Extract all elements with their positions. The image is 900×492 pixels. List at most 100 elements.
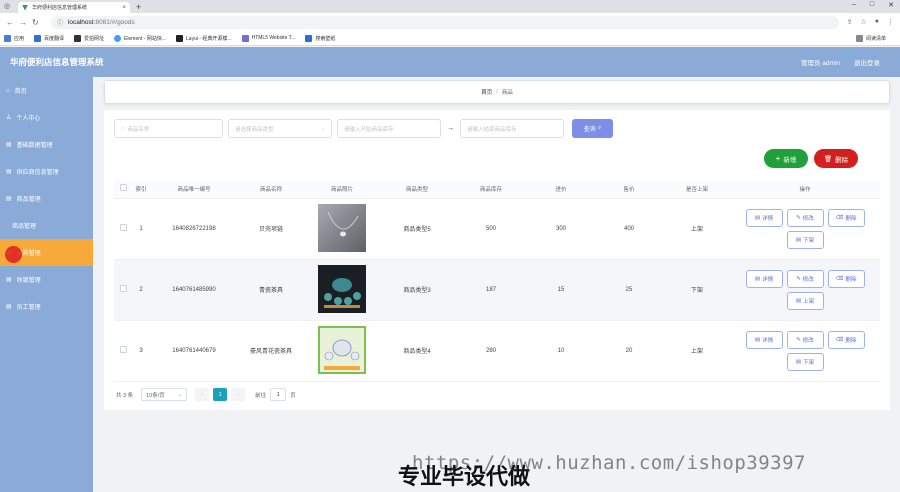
necklace-photo[interactable]: [318, 203, 366, 252]
toggle-shelf-button[interactable]: ▤ 下架: [786, 352, 824, 371]
maximize-icon[interactable]: □: [870, 1, 874, 9]
toggle-shelf-button[interactable]: ▤ 下架: [786, 230, 824, 249]
sidebar-item-label: 商品管理: [12, 224, 37, 230]
detail-button[interactable]: ▤ 详情: [745, 330, 783, 349]
logout-link[interactable]: 退出登录: [854, 57, 880, 67]
url-input[interactable]: ⓘ localhost:8081/#/goods: [50, 15, 839, 29]
bookmark-element[interactable]: Element - 网站快...: [114, 34, 166, 42]
teaset-photo[interactable]: [318, 264, 366, 313]
goods-name-input[interactable]: ○ 商品名称: [114, 119, 223, 138]
col-type: 商品类型: [380, 180, 454, 199]
col-cost: 进价: [528, 180, 594, 199]
porcelain-photo[interactable]: [318, 325, 366, 374]
tab-title: 华府便利店信息管理系统: [32, 5, 88, 11]
share-icon[interactable]: ⇪: [847, 18, 853, 26]
admin-label: 管理员 admin: [800, 60, 840, 67]
html5-icon: [241, 34, 249, 42]
edit-button[interactable]: ✎ 修改: [786, 330, 824, 349]
cell-cost: 300: [528, 198, 594, 260]
cell-index: 2: [132, 259, 150, 321]
row-checkbox[interactable]: [114, 198, 132, 260]
cell-price: 400: [594, 198, 664, 260]
detail-button[interactable]: ▤ 详情: [745, 269, 783, 288]
row-checkbox[interactable]: [114, 320, 132, 382]
stock-max-input[interactable]: 请输入结束商品库存: [460, 119, 564, 138]
delete-label: 删除: [845, 276, 857, 283]
page-size-select[interactable]: 10条/页 ⌄: [141, 388, 188, 401]
pager-total: 共 3 条: [116, 392, 134, 399]
browser-tab[interactable]: 华府便利店信息管理系统 ×: [18, 2, 130, 13]
bookmark-layui[interactable]: Layui - 经典开源模...: [176, 34, 232, 42]
sidebar-item-goods[interactable]: ▤ 商品管理: [0, 185, 93, 212]
col-actions: 操作: [730, 180, 880, 199]
tab-close-icon[interactable]: ×: [122, 5, 126, 11]
goto-label: 前往: [255, 392, 267, 399]
sidebar-item-base-data[interactable]: ▤ 基础数据管理: [0, 131, 93, 158]
breadcrumb-home[interactable]: 首页: [481, 88, 492, 96]
menu-icon: ▤: [6, 196, 12, 202]
cell-status: 上架: [664, 198, 730, 260]
new-tab-button[interactable]: +: [136, 2, 141, 13]
bookmark-label: HTML5 Website T...: [251, 35, 296, 41]
profile-icon[interactable]: ●: [875, 18, 879, 26]
stock-min-input[interactable]: 请输入开始商品库存: [337, 119, 441, 138]
sidebar-item-profile[interactable]: ♙ 个人中心: [0, 104, 93, 131]
query-button[interactable]: 查询 ⌕: [572, 119, 613, 138]
col-status: 是否上架: [664, 180, 730, 199]
sidebar-item-purchase[interactable]: ▤采购管理: [0, 239, 93, 266]
apps-grid-icon: [4, 34, 11, 42]
bookmark-label: 搜索壁纸: [315, 35, 336, 42]
page-number-button[interactable]: 1: [213, 388, 228, 401]
bulk-delete-button[interactable]: 🗑 删除: [814, 149, 858, 168]
prev-page-button[interactable]: ‹: [195, 388, 210, 401]
back-icon[interactable]: ←: [6, 18, 19, 27]
cell-cost: 10: [528, 320, 594, 382]
sidebar-item-cashier[interactable]: ▤ 收银管理: [0, 266, 93, 293]
table-row: 1 1640826722198 贝壳项链 商品类型5 500 300 400 上…: [114, 198, 880, 260]
sidebar-subitem-goods[interactable]: 商品管理: [0, 212, 93, 239]
cell-type: 商品类型4: [380, 320, 454, 382]
sidebar-item-label: 收银管理: [16, 278, 41, 284]
bookmark-apps[interactable]: 应用: [4, 34, 24, 42]
layui-icon: [176, 34, 184, 42]
vue-favicon-icon: [22, 4, 28, 11]
edit-button[interactable]: ✎ 修改: [786, 269, 824, 288]
delete-button[interactable]: ⌫ 删除: [827, 269, 865, 288]
reading-list[interactable]: 阅读清单: [855, 34, 886, 42]
bookmark-baidu-translate[interactable]: 百度翻译: [34, 34, 64, 42]
sidebar-item-supplier[interactable]: ▤ 供应商信息管理: [0, 158, 93, 185]
bookmark-wallpaper[interactable]: 搜索壁纸: [305, 34, 336, 42]
menu-icon: ▤: [6, 277, 12, 283]
detail-button[interactable]: ▤ 详情: [745, 208, 783, 227]
cell-actions: ▤ 详情 ✎ 修改 ⌫ 删除 ▤ 上架: [730, 259, 880, 321]
goto-page-input[interactable]: 1: [270, 388, 287, 401]
minimize-icon[interactable]: –: [852, 1, 856, 9]
tab-search-icon[interactable]: ◎: [4, 2, 10, 10]
chevron-down-icon: ⌄: [177, 391, 183, 398]
add-button[interactable]: + 新增: [764, 149, 808, 168]
breadcrumb-separator: /: [496, 89, 498, 95]
sidebar-item-staff[interactable]: ▤ 员工管理: [0, 293, 93, 320]
forward-icon[interactable]: →: [19, 18, 32, 27]
next-page-button[interactable]: ›: [231, 388, 246, 401]
goods-type-select[interactable]: 请选择商品类型 ⌄: [228, 119, 332, 138]
delete-button[interactable]: ⌫ 删除: [827, 208, 865, 227]
row-checkbox[interactable]: [114, 259, 132, 321]
info-icon[interactable]: ⓘ: [57, 18, 63, 27]
close-window-icon[interactable]: ✕: [888, 1, 894, 9]
bookmark-star-icon[interactable]: ☆: [861, 18, 867, 26]
toggle-label: 下架: [803, 237, 815, 244]
sidebar-item-home[interactable]: ⌂ 首页: [0, 77, 93, 104]
reload-icon[interactable]: ↻: [32, 18, 45, 27]
document-icon: ▤: [795, 236, 802, 243]
table-row: 2 1640761485990 青瓷茶具 商品类型3 187 15 25 下架 …: [114, 259, 880, 321]
delete-button[interactable]: ⌫ 删除: [827, 330, 865, 349]
bookmark-html5[interactable]: HTML5 Website T...: [241, 34, 296, 42]
select-all-checkbox[interactable]: [114, 180, 132, 199]
edit-button[interactable]: ✎ 修改: [786, 208, 824, 227]
toggle-shelf-button[interactable]: ▤ 上架: [786, 291, 824, 310]
cell-code: 1640826722198: [150, 198, 238, 260]
menu-dots-icon[interactable]: ⋮: [887, 18, 894, 26]
element-icon: [114, 34, 122, 42]
bookmark-aipai[interactable]: 爱拍网址: [74, 34, 104, 42]
